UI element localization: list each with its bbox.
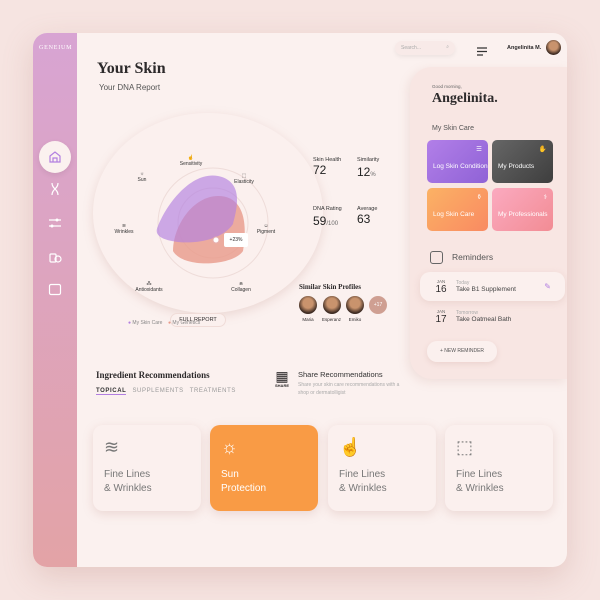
card-fine-lines-2[interactable]: ☝ Fine Lines & Wrinkles: [328, 425, 436, 511]
nav-settings[interactable]: [41, 209, 69, 237]
nav-dna[interactable]: [41, 175, 69, 203]
legend-skin-care: My Skin Care: [132, 320, 163, 326]
card-fine-lines[interactable]: ≋ Fine Lines & Wrinkles: [93, 425, 201, 511]
tile-my-professionals[interactable]: My Professionals ⚕: [492, 188, 553, 231]
tile-log-skin-condition[interactable]: Log Skin Condition ☰: [427, 140, 488, 183]
calendar-icon: [48, 283, 62, 296]
tab-treatments[interactable]: TREATMENTS: [190, 388, 236, 395]
greeting-name: Angelinita.: [432, 91, 498, 106]
tile-my-products[interactable]: My Products ✋: [492, 140, 553, 183]
axis-label: Collagen: [231, 287, 251, 293]
similar-title: Similar Skin Profiles: [299, 283, 361, 291]
user-name: Angelinita M.: [507, 45, 542, 51]
bottle-icon: ⚱: [476, 194, 482, 201]
axis-label: Pigment: [256, 229, 276, 235]
nav-calendar[interactable]: [41, 275, 69, 303]
qr-icon: ▦: [275, 368, 289, 384]
stat-average: Average 63: [357, 206, 378, 226]
radar-badge: +23%: [224, 233, 248, 247]
stat-dna-rating: DNA Rating 59/100: [313, 206, 342, 228]
page-title: Your Skin: [97, 60, 166, 77]
sliders-icon: [49, 218, 61, 228]
ingredients-title: Ingredient Recommendations: [96, 370, 210, 380]
menu-icon[interactable]: [477, 43, 487, 61]
similar-profiles: Maria Esperanz Emiko +17: [299, 296, 388, 322]
touch-icon: ☝: [339, 437, 362, 457]
nav-products[interactable]: [41, 242, 69, 270]
user-avatar[interactable]: [546, 40, 561, 55]
sun-icon: ☼: [221, 437, 238, 457]
waves-icon: ≋: [104, 437, 120, 457]
reminder-item[interactable]: JAN 17 Tomorrow Take Oatmeal Bath: [420, 302, 565, 331]
tile-log-skin-care[interactable]: Log Skin Care ⚱: [427, 188, 488, 231]
share-section: Share Recommendations Share your skin car…: [298, 370, 400, 396]
axis-label: Sun: [137, 177, 147, 183]
right-panel: Good morning, Angelinita. My Skin Care L…: [410, 67, 567, 379]
profile-maria[interactable]: Maria: [299, 296, 317, 322]
tab-topical[interactable]: TOPICAL: [96, 388, 127, 395]
card-fine-lines-3[interactable]: ⬚ Fine Lines & Wrinkles: [445, 425, 553, 511]
hand-globe-icon: ✋: [538, 146, 547, 153]
reminder-item[interactable]: JAN 16 Today Take B1 Supplement ✎: [420, 272, 565, 301]
ingredient-tabs: TOPICAL SUPPLEMENTS TREATMENTS: [96, 388, 242, 395]
nav-home[interactable]: [39, 141, 71, 173]
profile-emiko[interactable]: Emiko: [346, 296, 365, 322]
logo: GENEIUM: [39, 45, 73, 51]
reminders-title: Reminders: [452, 252, 494, 262]
new-reminder-button[interactable]: + NEW REMINDER: [427, 341, 497, 362]
bottle-icon: [49, 253, 62, 263]
card-sun-protection[interactable]: ☼ Sun Protection: [210, 425, 318, 511]
elasticity-icon: ⬚: [456, 437, 474, 457]
legend: ● My Skin Care ● My Genetics: [128, 320, 201, 326]
section-title: My Skin Care: [432, 125, 475, 132]
legend-genetics: My Genetics: [172, 320, 201, 326]
axis-label: Elasticity: [234, 179, 254, 185]
calendar-icon: [430, 251, 443, 264]
home-icon: [49, 151, 61, 163]
share-qr[interactable]: ▦ SHARE: [275, 369, 289, 388]
stat-similarity: Similarity 12%: [357, 157, 380, 179]
stat-skin-health: Skin Health 72: [313, 157, 342, 177]
app-window: GENEIUM Search... ⌕ Angelinita M. Your Sk…: [33, 33, 567, 567]
axis-label: Sensitivity: [179, 161, 203, 167]
page-subtitle: Your DNA Report: [99, 83, 161, 92]
radar-chart: +23% ☝ Sensitivity ⬚ Elasticity ☺ Pigment ⩎…: [93, 113, 323, 327]
greeting: Good morning,: [432, 84, 462, 89]
tab-supplements[interactable]: SUPPLEMENTS: [132, 388, 183, 395]
axis-label: Wrinkles: [114, 229, 134, 235]
search-icon: ⌕: [446, 44, 449, 50]
dna-icon: [51, 182, 59, 196]
radar-shapes: [156, 167, 269, 279]
stethoscope-icon: ⚕: [543, 194, 547, 201]
axis-label: Antioxidants: [135, 287, 163, 293]
sidebar: GENEIUM: [33, 33, 77, 567]
sliders-icon: ☰: [476, 146, 482, 153]
edit-icon[interactable]: ✎: [544, 282, 551, 291]
profile-esperanz[interactable]: Esperanz: [322, 296, 341, 322]
search-input[interactable]: Search... ⌕: [395, 41, 455, 55]
more-profiles-badge[interactable]: +17: [369, 296, 388, 314]
